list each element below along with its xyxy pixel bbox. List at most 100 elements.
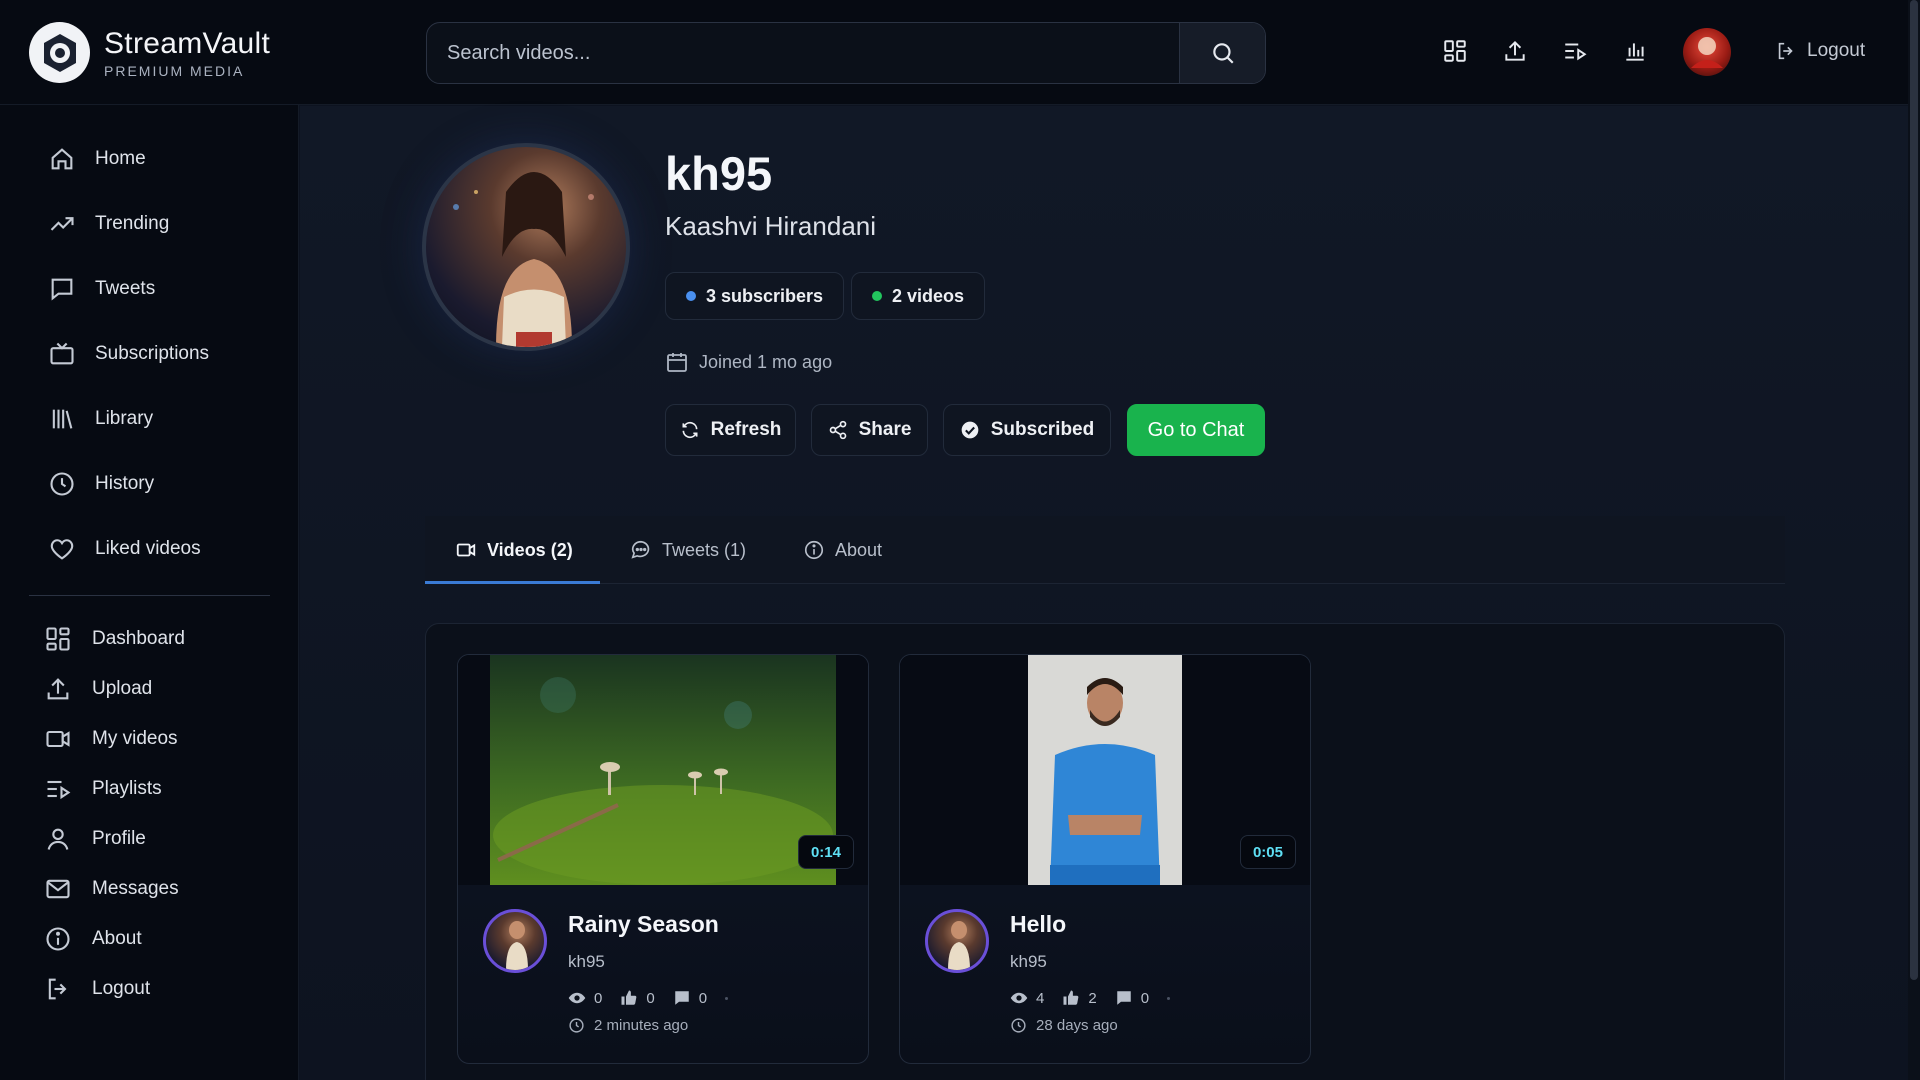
sidebar-label: Playlists [92,778,162,799]
sidebar-item-trending[interactable]: Trending [48,210,169,238]
thumbs-up-icon [1063,990,1079,1005]
sidebar-item-upload[interactable]: Upload [44,675,152,703]
comment-icon [1116,991,1131,1005]
sidebar-label: Library [95,408,154,429]
sidebar-item-liked-videos[interactable]: Liked videos [48,535,201,563]
brand[interactable]: StreamVault PREMIUM MEDIA [29,22,270,83]
sidebar-item-tweets[interactable]: Tweets [48,275,155,303]
video-card[interactable]: 0:05 Hello kh95 4 2 0 28 days ago [899,654,1311,1064]
tab-label: Tweets (1) [662,539,747,560]
videos-grid: 0:14 Rainy Season kh95 0 0 0 2 minutes a… [425,623,1785,1080]
clock-icon [1011,1018,1026,1033]
eye-icon [1010,992,1028,1004]
chat-bubble-icon [631,540,650,559]
sidebar-item-library[interactable]: Library [48,405,153,433]
sidebar-item-history[interactable]: History [48,470,154,498]
analytics-top-button[interactable] [1622,38,1650,66]
video-stats: 4 2 0 [1010,989,1171,1007]
chat-label: Go to Chat [1147,418,1245,441]
info-icon [46,927,70,951]
subscribed-button[interactable]: Subscribed [943,404,1111,456]
sidebar-item-playlists[interactable]: Playlists [44,775,162,803]
video-duration: 0:05 [1239,835,1296,869]
separator-dot [725,996,729,1000]
library-icon [52,409,73,429]
age-label: 2 minutes ago [594,1017,689,1034]
user-avatar[interactable] [1683,28,1731,76]
video-icon [46,730,70,748]
dashboard-top-button[interactable] [1442,38,1470,66]
sidebar-label: History [95,473,155,494]
video-title[interactable]: Hello [1010,911,1066,938]
tweets-icon [51,278,73,301]
sidebar-item-logout[interactable]: Logout [44,975,150,1003]
scrollbar-thumb[interactable] [1910,0,1918,980]
search-button[interactable] [1179,23,1265,83]
heart-icon [50,539,74,560]
playlist-icon [1565,43,1587,61]
go-to-chat-button[interactable]: Go to Chat [1127,404,1265,456]
trending-icon [50,217,74,231]
video-owner[interactable]: kh95 [568,952,605,972]
sidebar-item-my-videos[interactable]: My videos [44,725,178,753]
logout-top-button[interactable]: Logout [1775,40,1865,62]
upload-top-button[interactable] [1502,38,1530,66]
video-thumbnail[interactable]: 0:14 [458,655,868,885]
sidebar-item-about[interactable]: About [44,925,142,953]
dashboard-icon [1444,40,1466,62]
tab-videos[interactable]: Videos (2) [455,516,573,584]
thumbs-up-icon [621,990,637,1005]
sidebar-item-home[interactable]: Home [48,145,146,173]
sidebar-label: Trending [95,213,170,234]
age-label: 28 days ago [1036,1017,1118,1034]
sidebar-item-subscriptions[interactable]: Subscriptions [48,340,209,368]
video-owner[interactable]: kh95 [1010,952,1047,972]
tab-tweets[interactable]: Tweets (1) [630,516,746,584]
refresh-button[interactable]: Refresh [665,404,796,456]
video-title[interactable]: Rainy Season [568,911,719,938]
tab-about[interactable]: About [803,516,882,584]
mail-icon [46,879,70,899]
video-thumbnail[interactable]: 0:05 [900,655,1310,885]
video-card[interactable]: 0:14 Rainy Season kh95 0 0 0 2 minutes a… [457,654,869,1064]
owner-avatar[interactable] [483,909,547,973]
videos-count: 2 videos [892,285,965,306]
views-count: 4 [1036,989,1045,1007]
search-input[interactable] [427,23,1179,83]
search-bar [426,22,1266,84]
logout-icon [48,978,67,1000]
comments-count: 0 [698,989,708,1007]
logout-icon [1778,42,1793,60]
status-dot [686,291,696,301]
sidebar-item-profile[interactable]: Profile [44,825,146,853]
comment-icon [674,991,689,1005]
views-count: 0 [594,989,603,1007]
dashboard-icon [46,627,70,651]
sidebar-item-dashboard[interactable]: Dashboard [44,625,185,653]
video-age: 2 minutes ago [568,1017,688,1034]
sidebar: Home Trending Tweets Subscriptions Libra… [0,105,299,1080]
sidebar-label: Subscriptions [95,343,210,364]
page-scrollbar[interactable] [1908,0,1920,1080]
history-icon [50,472,74,496]
brand-subtitle: PREMIUM MEDIA [104,62,245,79]
sidebar-label: Messages [92,878,179,899]
sidebar-label: Profile [92,828,146,849]
upload-icon [1505,40,1525,61]
subscribers-count: 3 subscribers [706,285,824,306]
top-bar: StreamVault PREMIUM MEDIA Logout [0,0,1908,105]
tab-label: Videos (2) [487,539,573,560]
share-button[interactable]: Share [811,404,928,456]
channel-fullname: Kaashvi Hirandani [665,211,877,241]
videos-badge: 2 videos [851,272,986,320]
active-tab-indicator [425,581,600,584]
joined-label: Joined 1 mo ago [699,351,833,372]
brand-logo-icon [29,22,90,83]
sidebar-item-messages[interactable]: Messages [44,875,179,903]
owner-avatar[interactable] [925,909,989,973]
playlists-top-button[interactable] [1562,38,1590,66]
comments-count: 0 [1140,989,1150,1007]
separator-dot [1167,996,1171,1000]
upload-icon [47,678,69,700]
refresh-label: Refresh [710,419,782,440]
